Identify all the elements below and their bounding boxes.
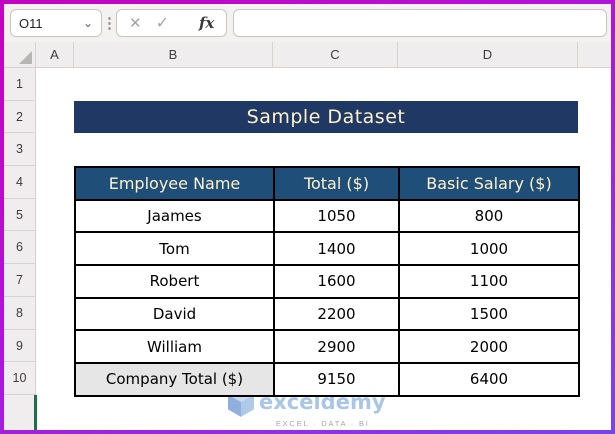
select-all-triangle-icon [19,51,32,64]
header-total[interactable]: Total ($) [273,166,400,201]
cell-name[interactable]: Robert [74,264,275,299]
table-row: Jaames 1050 800 [74,198,580,234]
table-row: Robert 1600 1100 [74,264,580,299]
table-row: William 2900 2000 [74,329,580,365]
formula-buttons: ✕ ✓ fx [116,9,228,37]
cell-total[interactable]: 1050 [273,198,400,234]
cell-basic[interactable]: 1100 [398,264,580,299]
cell-company-total-label[interactable]: Company Total ($) [74,362,275,397]
table-total-row: Company Total ($) 9150 6400 [74,362,580,397]
row-header-9[interactable]: 9 [4,330,35,363]
name-box-value: O11 [19,15,43,31]
window-frame: O11 ⌄ ⋮ ✕ ✓ fx A B C D 1 2 3 4 5 6 7 8 9… [0,0,615,434]
sheet-tab-accent [34,395,37,430]
row-header-1[interactable]: 1 [4,68,35,101]
table-header-row: Employee Name Total ($) Basic Salary ($) [74,166,580,201]
row-header-4[interactable]: 4 [4,166,35,199]
column-header-c[interactable]: C [273,42,398,67]
column-header-d[interactable]: D [398,42,578,67]
watermark-tagline: EXCEL · DATA · BI [275,419,370,428]
row-header-7[interactable]: 7 [4,264,35,297]
cell-company-basic-value[interactable]: 6400 [398,362,580,397]
column-header-strip: A B C D [4,42,611,68]
column-header-e[interactable] [578,42,611,67]
cell-name[interactable]: Jaames [74,198,275,234]
cell-basic[interactable]: 1500 [398,296,580,332]
table-row: David 2200 1500 [74,296,580,332]
dataset-table: Employee Name Total ($) Basic Salary ($)… [74,166,580,397]
row-header-5[interactable]: 5 [4,199,35,232]
insert-function-icon[interactable]: fx [199,14,214,32]
excel-app: O11 ⌄ ⋮ ✕ ✓ fx A B C D 1 2 3 4 5 6 7 8 9… [4,4,611,430]
cell-name[interactable]: David [74,296,275,332]
cancel-icon[interactable]: ✕ [129,14,142,32]
header-employee-name[interactable]: Employee Name [74,166,275,201]
select-all-corner[interactable] [4,42,36,67]
cell-total[interactable]: 2900 [273,329,400,365]
row-header-6[interactable]: 6 [4,231,35,265]
formula-toolbar: O11 ⌄ ⋮ ✕ ✓ fx [4,4,611,42]
dataset-title: Sample Dataset [246,106,406,129]
row-header-3[interactable]: 3 [4,133,35,167]
column-header-a[interactable]: A [36,42,74,67]
header-basic-salary[interactable]: Basic Salary ($) [398,166,580,201]
sheet-tab-stub [4,395,36,430]
cell-basic[interactable]: 2000 [398,329,580,365]
row-header-strip: 1 2 3 4 5 6 7 8 9 10 [4,68,36,395]
row-header-10[interactable]: 10 [4,362,35,395]
table-row: Tom 1400 1000 [74,231,580,267]
cell-basic[interactable]: 1000 [398,231,580,267]
name-box[interactable]: O11 ⌄ [10,9,102,37]
cell-total[interactable]: 1600 [273,264,400,299]
cell-total[interactable]: 1400 [273,231,400,267]
chevron-down-icon[interactable]: ⌄ [83,17,93,29]
row-header-8[interactable]: 8 [4,297,35,330]
title-banner-cell[interactable]: Sample Dataset [74,100,578,134]
drag-handle-icon: ⋮ [102,15,117,32]
cell-name[interactable]: William [74,329,275,365]
cell-name[interactable]: Tom [74,231,275,267]
row-header-2[interactable]: 2 [4,101,35,134]
enter-icon[interactable]: ✓ [156,13,169,33]
cell-company-total-value[interactable]: 9150 [273,362,400,397]
column-header-b[interactable]: B [74,42,273,67]
formula-bar[interactable] [233,9,607,37]
cell-basic[interactable]: 800 [398,198,580,234]
cell-total[interactable]: 2200 [273,296,400,332]
